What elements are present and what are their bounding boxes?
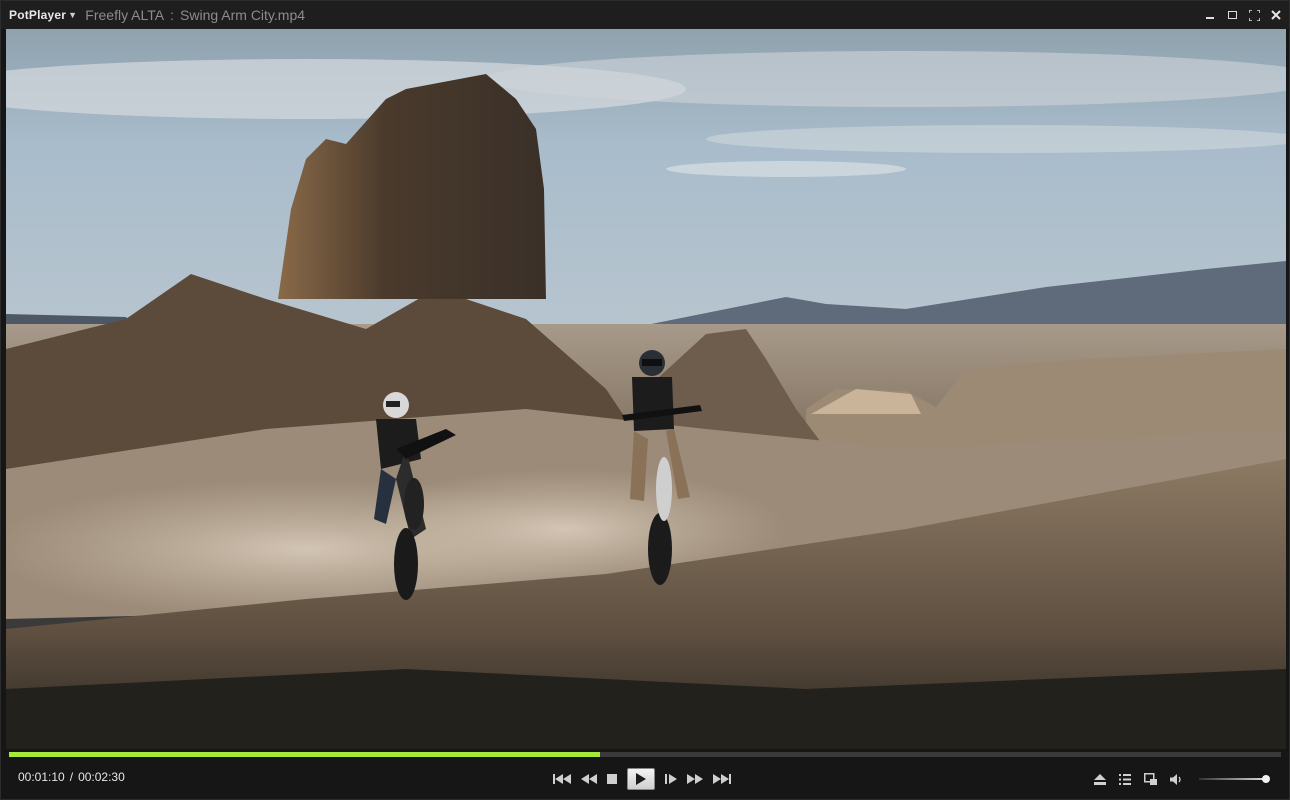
title-prefix: Freefly ALTA [85,7,165,23]
stop-icon[interactable] [607,774,617,784]
close-icon[interactable] [1269,8,1283,22]
playlist-icon[interactable] [1119,773,1131,785]
time-display: 00:01:10 / 00:02:30 [18,770,125,784]
fast-forward-icon[interactable] [687,774,703,784]
seek-bar[interactable] [9,752,1281,757]
volume-icon[interactable] [1170,773,1182,785]
right-controls [1094,766,1270,792]
chevron-down-icon: ▼ [68,10,78,20]
rewind-icon[interactable] [581,774,597,784]
previous-icon[interactable] [553,774,571,784]
pip-icon[interactable] [1144,773,1157,785]
play-icon [636,773,646,785]
fullscreen-icon[interactable] [1247,8,1261,22]
eject-icon[interactable] [1094,773,1106,785]
time-separator: / [69,770,74,784]
volume-level [1199,778,1266,780]
play-button[interactable] [627,768,655,790]
volume-slider[interactable] [1199,766,1270,792]
control-bar: 00:01:10 / 00:02:30 [1,758,1289,799]
app-logo: PotPlayer [9,8,67,22]
video-area[interactable] [6,29,1286,749]
title-bar[interactable]: PotPlayer ▼ Freefly ALTA: Swing Arm City.… [1,1,1289,29]
maximize-icon[interactable] [1225,8,1239,22]
video-frame [6,29,1286,749]
window-title: Freefly ALTA: Swing Arm City.mp4 [85,7,305,23]
title-separator: : [170,7,175,23]
volume-knob[interactable] [1261,775,1270,783]
app-menu-button[interactable]: PotPlayer ▼ [1,1,77,29]
total-time: 00:02:30 [78,770,125,784]
current-time: 00:01:10 [18,770,65,784]
next-icon[interactable] [713,774,731,784]
playback-controls [553,766,731,792]
window-controls [1203,1,1283,29]
seek-progress [9,752,601,757]
potplayer-window: PotPlayer ▼ Freefly ALTA: Swing Arm City.… [0,0,1290,800]
frame-step-icon[interactable] [665,774,677,784]
file-name: Swing Arm City.mp4 [180,7,306,23]
minimize-icon[interactable] [1203,8,1217,22]
